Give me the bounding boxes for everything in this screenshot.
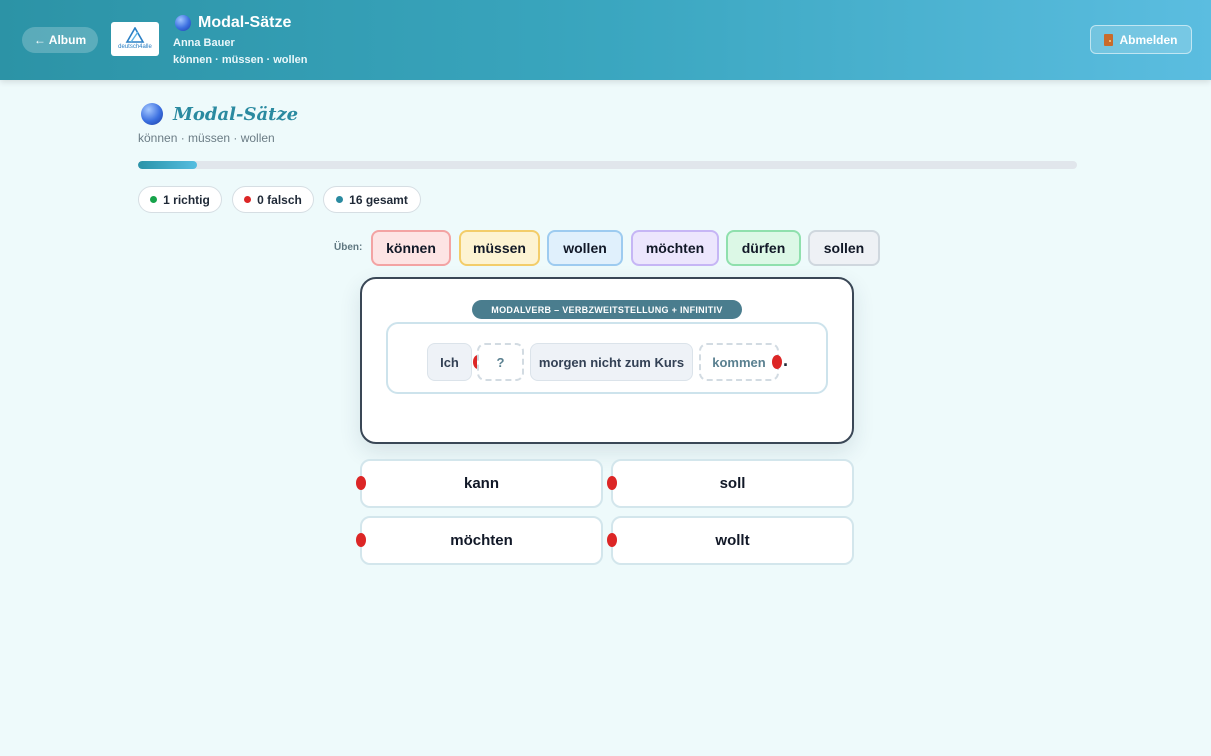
answer-label: wollt (715, 532, 750, 549)
answer-option-moechten[interactable]: möchten (360, 516, 603, 565)
verb-tab-moechten[interactable]: möchten (631, 230, 719, 266)
answer-option-wollt[interactable]: wollt (611, 516, 854, 565)
drag-handle-icon (356, 533, 366, 547)
back-to-album-button[interactable]: ← Album (22, 27, 98, 53)
top-bar: ← Album deutsch4alle Modal-Sätze Anna Ba… (0, 0, 1211, 80)
stat-wrong-label: 0 falsch (257, 192, 302, 207)
logo-text: deutsch4alle (118, 44, 152, 50)
practice-label: Üben: (334, 242, 363, 253)
stat-total: 16 gesamt (323, 186, 421, 213)
verb-tab-wollen[interactable]: wollen (547, 230, 623, 266)
sentence-period: . (783, 350, 789, 370)
answer-option-kann[interactable]: kann (360, 459, 603, 508)
progress-bar (138, 161, 1077, 169)
stat-correct: 1 richtig (138, 186, 222, 213)
answer-label: kann (463, 475, 499, 492)
stat-correct-label: 1 richtig (163, 192, 210, 207)
app-logo: deutsch4alle (111, 22, 159, 56)
user-name: Anna Bauer (173, 37, 235, 49)
globe-icon (175, 15, 191, 31)
page-title: Modal-Sätze (173, 103, 299, 125)
verb-tab-koennen[interactable]: können (371, 230, 451, 266)
logout-label: Abmelden (1119, 32, 1178, 47)
door-icon (1104, 33, 1114, 46)
drag-handle-icon (607, 476, 617, 490)
drag-handle-icon (607, 533, 617, 547)
header-title: Modal-Sätze (198, 14, 292, 31)
sentence-token-middle: morgen nicht zum Kurs (530, 343, 693, 381)
drop-pin-icon (772, 355, 782, 369)
stat-wrong: 0 falsch (232, 186, 314, 213)
answer-label: möchten (450, 532, 513, 549)
verb-tab-sollen[interactable]: sollen (808, 230, 880, 266)
answer-option-soll[interactable]: soll (611, 459, 854, 508)
drag-handle-icon (356, 476, 366, 490)
stat-total-label: 16 gesamt (349, 192, 408, 207)
correct-dot-icon (150, 196, 158, 203)
infinitive-slot[interactable]: kommen (699, 343, 779, 381)
exercise-type-badge: MODALVERB – VERBZWEITSTELLUNG + INFINITI… (472, 300, 742, 319)
globe-icon (141, 103, 163, 125)
verb-tab-muessen[interactable]: müssen (459, 230, 540, 266)
progress-fill (138, 161, 197, 169)
header-subtitle: können · müssen · wollen (173, 54, 308, 66)
page-subtitle: können · müssen · wollen (138, 131, 275, 145)
answer-label: soll (719, 475, 746, 492)
verb-tab-duerfen[interactable]: dürfen (726, 230, 801, 266)
sentence-token-subject: Ich (427, 343, 472, 381)
logo-mark-icon (125, 27, 145, 43)
total-dot-icon (336, 196, 344, 203)
wrong-dot-icon (244, 196, 252, 203)
modal-verb-slot[interactable]: ? (477, 343, 524, 381)
logout-button[interactable]: Abmelden (1090, 25, 1192, 54)
